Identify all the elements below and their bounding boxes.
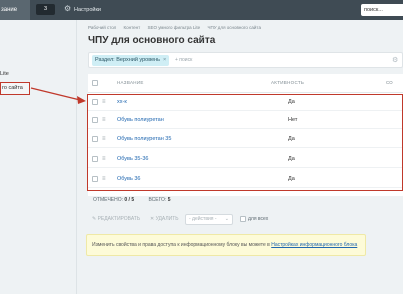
table-row[interactable]: ≡ Обувь полиуретан 35 Да <box>88 130 403 148</box>
search-input[interactable]: поиск... <box>361 4 403 16</box>
row-active: Да <box>288 99 295 105</box>
actions-select[interactable]: - действия - ⌄ <box>185 214 233 225</box>
notification-count: 3 <box>43 6 48 12</box>
selected-count-label: ОТМЕЧЕНО: <box>93 197 123 203</box>
row-checkbox[interactable] <box>92 156 98 162</box>
filter-bar[interactable]: Раздел: Верхний уровень × + поиск ⚙ <box>88 52 403 68</box>
close-icon: ✕ <box>150 216 155 222</box>
column-header-name[interactable]: НАЗВАНИЕ <box>117 80 144 85</box>
notice-text: Изменить свойства и права доступа к инфо… <box>92 242 270 248</box>
edit-button[interactable]: ✎ РЕДАКТИРОВАТЬ <box>92 212 140 227</box>
table-row[interactable]: ≡ хх-к Да <box>88 93 403 111</box>
filter-search-input[interactable]: + поиск <box>175 53 192 68</box>
filter-chip-label: Раздел: Верхний уровень <box>95 57 161 63</box>
breadcrumb: Рабочий стол Контент SEO умного фильтра … <box>88 25 267 30</box>
total-count-label: ВСЕГО: <box>148 197 167 203</box>
breadcrumb-item[interactable]: ЧПУ для основного сайта <box>207 25 260 30</box>
selected-count: 0 / 5 <box>124 197 135 203</box>
breadcrumb-item[interactable]: Рабочий стол <box>88 25 116 30</box>
filter-chip[interactable]: Раздел: Верхний уровень × <box>92 55 170 66</box>
delete-button[interactable]: ✕ УДАЛИТЬ <box>150 212 179 227</box>
table-header: НАЗВАНИЕ АКТИВНОСТЬ СО <box>88 74 403 93</box>
menu-icon[interactable]: ≡ <box>102 99 108 105</box>
column-header-active[interactable]: АКТИВНОСТЬ <box>271 80 304 85</box>
breadcrumb-item[interactable]: SEO умного фильтра Lite <box>147 25 200 30</box>
iblock-settings-link[interactable]: Настройках информационного блока <box>271 242 357 248</box>
column-header-extra[interactable]: СО <box>386 80 393 85</box>
chevron-down-icon: ⌄ <box>224 216 229 222</box>
notifications-badge[interactable]: 3 <box>36 4 55 15</box>
info-notice: Изменить свойства и права доступа к инфо… <box>86 234 366 256</box>
delete-label: УДАЛИТЬ <box>155 216 179 222</box>
select-all-checkbox[interactable] <box>92 80 98 86</box>
menu-icon[interactable]: ≡ <box>102 117 108 123</box>
row-name[interactable]: хх-к <box>117 93 127 111</box>
top-bar: зание 3 ⚙ Настройки поиск... <box>0 0 403 20</box>
row-active: Да <box>288 136 295 142</box>
row-checkbox[interactable] <box>92 176 98 182</box>
row-active: Нет <box>288 117 298 123</box>
pencil-icon: ✎ <box>92 216 97 222</box>
for-all-checkbox[interactable] <box>240 216 246 222</box>
row-name[interactable]: Обувь полиуретан <box>117 111 164 129</box>
table-row[interactable]: ≡ Обувь 35-36 Да <box>88 150 403 168</box>
settings-link[interactable]: Настройки <box>74 0 101 20</box>
edit-label: РЕДАКТИРОВАТЬ <box>97 216 141 222</box>
sidebar-item-seo-filter[interactable]: Lite <box>0 71 9 77</box>
row-name[interactable]: Обувь 36 <box>117 170 141 188</box>
gear-icon[interactable]: ⚙ <box>64 5 72 13</box>
menu-icon[interactable]: ≡ <box>102 136 108 142</box>
row-counts: ОТМЕЧЕНО: 0 / 5 ВСЕГО: 5 <box>93 197 171 203</box>
menu-icon[interactable]: ≡ <box>102 176 108 182</box>
row-active: Да <box>288 176 295 182</box>
actions-select-value: - действия - <box>189 216 217 222</box>
group-actions-bar: ✎ РЕДАКТИРОВАТЬ ✕ УДАЛИТЬ - действия - ⌄… <box>88 212 403 227</box>
sidebar-item-main-site-seo[interactable]: го сайта <box>0 82 30 95</box>
table-row[interactable]: ≡ Обувь полиуретан Нет <box>88 111 403 129</box>
gear-icon[interactable]: ⚙ <box>392 56 398 64</box>
row-name[interactable]: Обувь полиуретан 35 <box>117 130 171 148</box>
row-checkbox[interactable] <box>92 99 98 105</box>
arrow-head <box>77 96 86 104</box>
table-row[interactable]: ≡ Обувь 36 Да <box>88 170 403 188</box>
elements-table: НАЗВАНИЕ АКТИВНОСТЬ СО ≡ хх-к Да ≡ Обувь… <box>88 74 403 196</box>
tab-desktop[interactable]: зание <box>0 0 30 20</box>
row-active: Да <box>288 156 295 162</box>
close-icon[interactable]: × <box>163 57 166 63</box>
breadcrumb-item[interactable]: Контент <box>124 25 141 30</box>
sidebar: Lite го сайта <box>0 20 77 294</box>
star-icon[interactable]: ☆ <box>197 35 205 46</box>
for-all-label: для всех <box>248 216 269 222</box>
total-count: 5 <box>167 197 171 203</box>
row-checkbox[interactable] <box>92 136 98 142</box>
row-checkbox[interactable] <box>92 117 98 123</box>
row-name[interactable]: Обувь 35-36 <box>117 150 148 168</box>
menu-icon[interactable]: ≡ <box>102 156 108 162</box>
